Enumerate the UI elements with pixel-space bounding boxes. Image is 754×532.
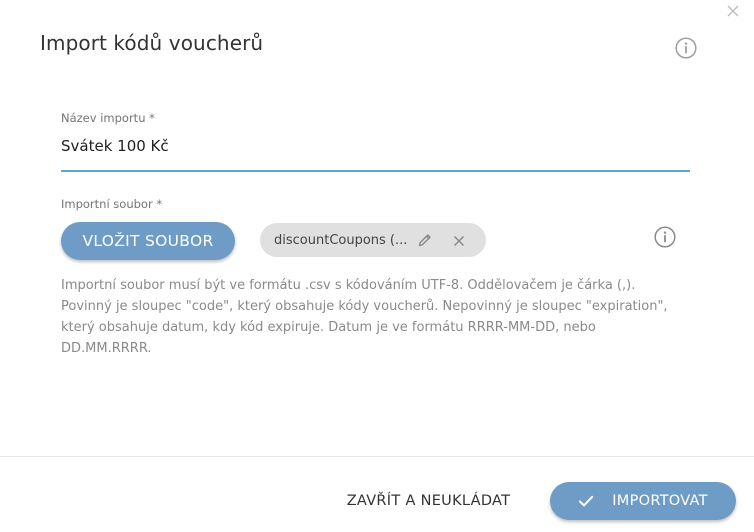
- file-chip: discountCoupons (...: [260, 223, 486, 257]
- close-icon[interactable]: [726, 3, 740, 17]
- check-icon: [578, 493, 594, 509]
- dialog-title: Import kódů voucherů: [40, 31, 264, 55]
- import-vouchers-dialog: Import kódů voucherů Název importu * Svá…: [0, 0, 754, 532]
- file-info-icon[interactable]: [654, 226, 676, 248]
- import-name-input[interactable]: Svátek 100 Kč: [61, 137, 169, 155]
- import-button-label: IMPORTOVAT: [612, 493, 708, 509]
- import-name-label: Název importu *: [61, 111, 155, 125]
- pencil-icon[interactable]: [417, 232, 433, 248]
- import-button[interactable]: IMPORTOVAT: [550, 482, 736, 520]
- info-icon[interactable]: [675, 37, 697, 59]
- remove-file-icon[interactable]: [452, 233, 466, 247]
- upload-file-button[interactable]: VLOŽIT SOUBOR: [61, 222, 235, 260]
- file-chip-filename: discountCoupons (...: [274, 232, 408, 248]
- footer-divider: [0, 456, 754, 457]
- cancel-button[interactable]: ZAVŘÍT A NEUKLÁDAT: [331, 484, 526, 518]
- file-format-help-text: Importní soubor musí být ve formátu .csv…: [61, 278, 668, 356]
- import-name-underline: [61, 170, 690, 172]
- import-file-label: Importní soubor *: [61, 197, 163, 211]
